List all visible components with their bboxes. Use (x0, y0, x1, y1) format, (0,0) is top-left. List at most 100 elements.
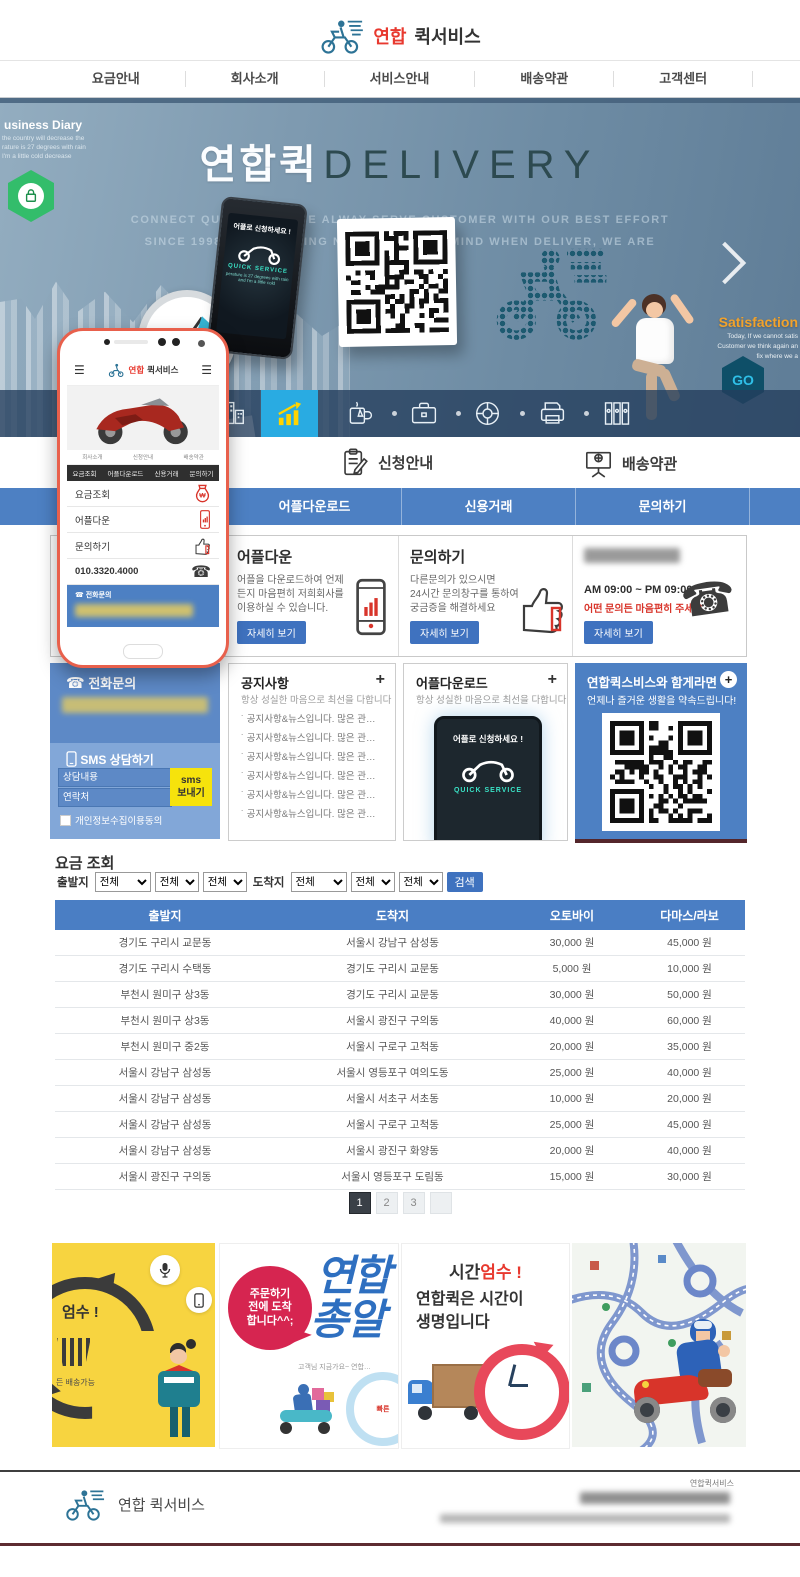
sms-send-button[interactable]: sms보내기 (170, 768, 212, 806)
sub-nav-item[interactable]: 신용거래 (401, 488, 575, 525)
site-logo[interactable]: 연합퀵서비스 (0, 12, 800, 60)
mobile-logo: 연합 퀵서비스 (108, 362, 179, 378)
mobile-menu-fare[interactable]: 요금조회 ₩ (67, 481, 219, 507)
detail-button[interactable]: 자세히 보기 (584, 621, 653, 644)
motorcycle-price-cell: 30,000 원 (510, 987, 634, 1002)
sms-content-field[interactable]: 상담내용 (58, 768, 172, 787)
page-button-next[interactable] (430, 1192, 452, 1214)
sms-phone-icon (66, 751, 77, 767)
delivery-terms-link[interactable]: 배송약관 (585, 448, 677, 478)
notice-panel: 공지사항 + 항상 성실한 마음으로 최선을 다합니다 ˙ 공지사항&뉴스입니다… (228, 663, 396, 841)
hamburger-icon[interactable]: ☰ (74, 363, 85, 377)
satisfaction-title: Satisfaction (719, 314, 798, 330)
mobile-tab[interactable]: 문의하기 (190, 468, 214, 478)
money-bag-icon: ₩ (194, 484, 211, 503)
main-nav-item[interactable]: 요금안내 (47, 71, 186, 87)
from-select-3[interactable]: 전체 (203, 872, 247, 892)
from-select-1[interactable]: 전체 (95, 872, 151, 892)
motorcycle-outline-icon (455, 751, 521, 783)
mobile-top-link[interactable]: 배송약관 (184, 453, 204, 461)
handset-icon: ☎ (66, 675, 85, 692)
privacy-checkbox[interactable] (60, 815, 71, 826)
notice-item[interactable]: ˙ 공지사항&뉴스입니다. 많은 관… (241, 748, 375, 767)
main-nav-item[interactable]: 고객센터 (614, 71, 753, 87)
search-button[interactable]: 검색 (447, 872, 483, 892)
to-label: 도착지 (253, 874, 285, 890)
qr-more-button[interactable]: + (720, 671, 737, 688)
notice-item[interactable]: ˙ 공지사항&뉴스입니다. 많은 관… (241, 786, 375, 805)
promo-banner-time[interactable]: 시간엄수 ! 연합퀵은 시간이생명입니다 (401, 1243, 570, 1449)
mic-icon (150, 1255, 180, 1285)
wheel-icon[interactable] (474, 400, 501, 427)
banner3-title: 시간엄수 ! (402, 1258, 569, 1283)
mobile-tab[interactable]: 신용거래 (155, 468, 179, 478)
sub-nav-item[interactable]: 어플다운로드 (227, 488, 401, 525)
phone-inquiry-panel: ☎ 전화문의 SMS 상담하기 상담내용 연락처 sms보내기 개인정보수집이용… (50, 663, 220, 839)
app-phone-image: 어플로 신청하세요 ! QUICK SERVICE (434, 716, 542, 841)
red-motorcycle-image (85, 390, 201, 446)
mobile-header: ☰ 연합 퀵서비스 ☰ (67, 355, 219, 386)
apply-guide-link[interactable]: 신청안내 (342, 448, 433, 477)
mobile-tab[interactable]: 요금조회 (73, 468, 97, 478)
destination-cell: 서울시 서초구 서초동 (275, 1091, 510, 1106)
hamburger-icon[interactable]: ☰ (201, 363, 212, 377)
footer-brand: 연합 퀵서비스 (118, 1494, 205, 1515)
detail-button[interactable]: 자세히 보기 (410, 621, 479, 644)
main-nav-item[interactable]: 회사소개 (186, 71, 325, 87)
motorcycle-price-cell: 5,000 원 (510, 961, 634, 976)
notice-item[interactable]: ˙ 공지사항&뉴스입니다. 많은 관… (241, 729, 375, 748)
home-button[interactable] (123, 644, 163, 659)
binder-icon[interactable] (602, 400, 632, 427)
page-button-1[interactable]: 1 (349, 1192, 371, 1214)
banner2-small-text: 고객님 지금가요~ 연합… (298, 1362, 371, 1372)
rider-illustration (628, 1319, 744, 1445)
handset-icon: ☎ (678, 570, 739, 628)
mug-icon[interactable] (346, 400, 374, 427)
satisfaction-lines: Today, If we cannot satis Customer we th… (717, 332, 798, 362)
smartphone-signal-icon (354, 578, 388, 636)
mobile-menu-phone[interactable]: 010.3320.4000 ☎ (67, 559, 219, 585)
promo-banner-timer[interactable]: 엄수 ! 든 배송가능 (52, 1243, 215, 1447)
detail-button[interactable]: 자세히 보기 (237, 621, 306, 644)
to-select-1[interactable]: 전체 (291, 872, 347, 892)
bar-chart-highlight[interactable] (261, 390, 318, 437)
promo-banner-map-rider[interactable] (572, 1243, 746, 1447)
motorcycle-outline-icon (233, 236, 287, 267)
fare-table-row: 서울시 광진구 구의동 서울시 영등포구 도림동 15,000 원 30,000… (55, 1164, 745, 1190)
to-select-3[interactable]: 전체 (399, 872, 443, 892)
damas-price-cell: 35,000 원 (634, 1039, 745, 1054)
main-nav-item[interactable]: 배송약관 (475, 71, 614, 87)
mobile-tab[interactable]: 어플다운로드 (108, 468, 144, 478)
app-download-panel: 어플다운로드 + 항상 성실한 마음으로 최선을 다합니다 어플로 신청하세요 … (403, 663, 568, 841)
to-select-2[interactable]: 전체 (351, 872, 395, 892)
app-more-button[interactable]: + (548, 671, 557, 689)
banner1-subtext: 든 배송가능 (56, 1377, 95, 1388)
mobile-menu-app[interactable]: 어플다운 (67, 507, 219, 533)
mobile-top-link[interactable]: 회사소개 (82, 453, 102, 461)
mobile-bike-photo (67, 386, 219, 450)
next-slide-chevron[interactable] (704, 242, 746, 284)
main-nav-item[interactable]: 서비스안내 (325, 71, 476, 87)
notice-item[interactable]: ˙ 공지사항&뉴스입니다. 많은 관… (241, 805, 375, 824)
notice-more-button[interactable]: + (376, 671, 385, 689)
from-select-2[interactable]: 전체 (155, 872, 199, 892)
page-button-2[interactable]: 2 (376, 1192, 398, 1214)
mobile-menu-inquiry[interactable]: 문의하기 (67, 533, 219, 559)
mobile-call-cta[interactable]: ☎ 전화문의 (67, 585, 219, 627)
qr-code (610, 721, 712, 823)
sms-contact-field[interactable]: 연락처 (58, 788, 172, 807)
handset-icon: ☎ (191, 562, 211, 582)
motorcycle-logo-icon (319, 16, 365, 56)
notice-item[interactable]: ˙ 공지사항&뉴스입니다. 많은 관… (241, 767, 375, 786)
sub-nav-item[interactable]: 문의하기 (575, 488, 750, 525)
origin-cell: 서울시 강남구 삼성동 (55, 1091, 275, 1106)
mobile-top-link[interactable]: 신청안내 (133, 453, 153, 461)
fare-table-row: 경기도 구리시 교문동 서울시 강남구 삼성동 30,000 원 45,000 … (55, 930, 745, 956)
presentation-screen-icon (585, 448, 612, 478)
printer-icon[interactable] (538, 400, 567, 426)
notice-item[interactable]: ˙ 공지사항&뉴스입니다. 많은 관… (241, 710, 375, 729)
page-button-3[interactable]: 3 (403, 1192, 425, 1214)
promo-banner-bullet-delivery[interactable]: 주문하기전에 도착합니다^^; 연합총알 고객님 지금가요~ 연합… 빠른 (219, 1243, 399, 1449)
briefcase-icon[interactable] (410, 400, 438, 426)
fare-table-row: 부천시 원미구 상3동 경기도 구리시 교문동 30,000 원 50,000 … (55, 982, 745, 1008)
